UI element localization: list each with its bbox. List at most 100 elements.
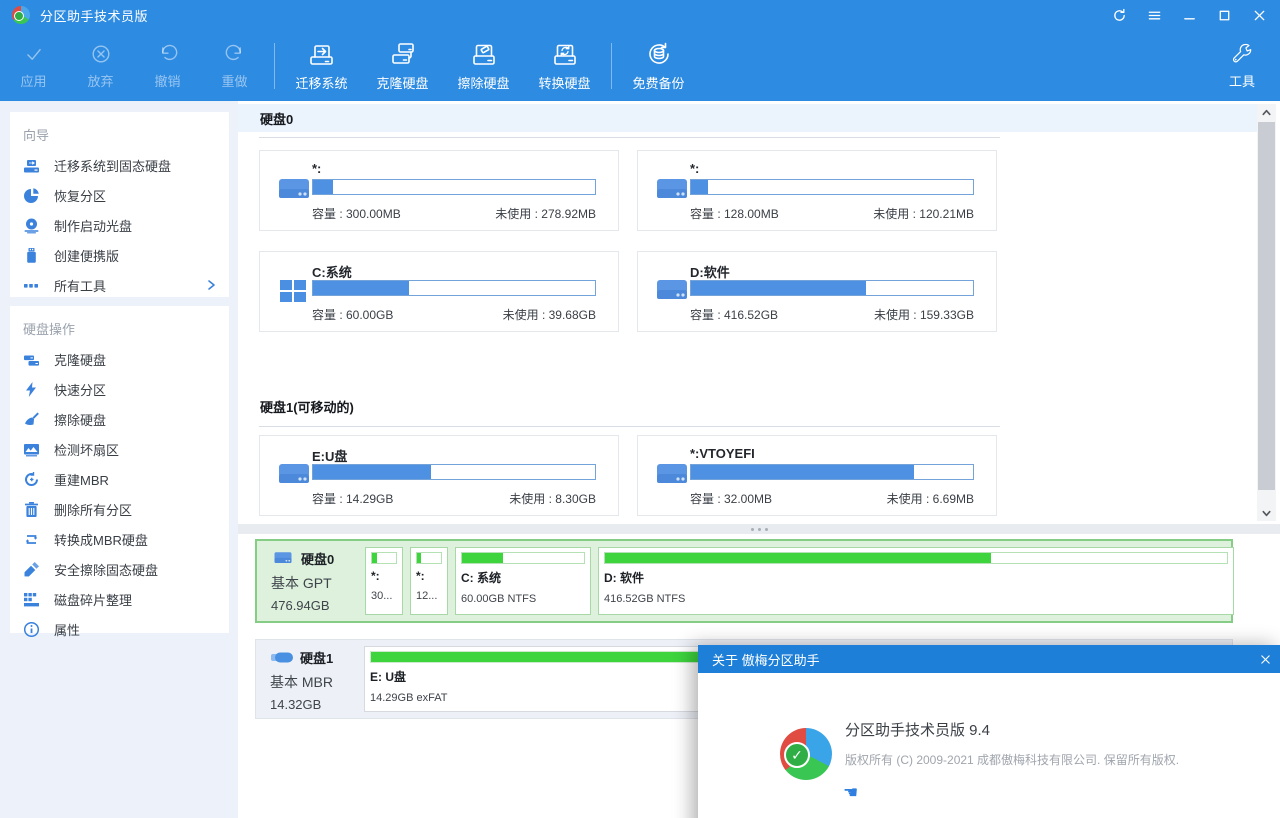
toolbar-undo-button[interactable]: 撤销 bbox=[134, 36, 201, 96]
toolbar-disk-wipe-button[interactable]: 擦除硬盘 bbox=[443, 36, 524, 96]
migrate-s-icon bbox=[23, 157, 40, 174]
volume-card[interactable]: D:软件容量 : 416.52GB未使用 : 159.33GB bbox=[637, 251, 997, 332]
disk-map-header: 硬盘1基本 MBR14.32GB bbox=[270, 648, 362, 712]
sidebar-item[interactable]: 迁移系统到固态硬盘 bbox=[10, 150, 229, 180]
trash-icon bbox=[23, 501, 40, 518]
sidebar-item[interactable]: 删除所有分区 bbox=[10, 494, 229, 524]
toolbar-check-button[interactable]: 应用 bbox=[0, 36, 67, 96]
disk-map-row[interactable]: 硬盘0基本 GPT476.94GB*:30...*:12...C: 系统60.0… bbox=[255, 539, 1233, 623]
link-hand-icon[interactable]: ☚ bbox=[843, 783, 858, 803]
redo-icon bbox=[222, 41, 248, 67]
scroll-up-icon[interactable] bbox=[1257, 104, 1276, 120]
window-maximize-icon[interactable] bbox=[1211, 3, 1237, 27]
panel-splitter[interactable] bbox=[238, 524, 1280, 534]
convert-icon bbox=[23, 531, 40, 548]
disk-group-title: 硬盘1(可移动的) bbox=[260, 397, 354, 416]
sidebar-item[interactable]: 检测坏扇区 bbox=[10, 434, 229, 464]
window-refresh-icon[interactable] bbox=[1106, 3, 1132, 27]
toolbar-tools-button[interactable]: 工具 bbox=[1210, 36, 1274, 96]
disc-icon bbox=[23, 217, 40, 234]
disk-group-header: 硬盘1(可移动的) bbox=[238, 392, 1257, 420]
usb-icon bbox=[23, 247, 40, 264]
volume-card[interactable]: *:容量 : 128.00MB未使用 : 120.21MB bbox=[637, 150, 997, 231]
disk-group-title: 硬盘0 bbox=[260, 109, 293, 128]
partition-usage-bar bbox=[371, 552, 397, 564]
sidebar-section-2: 硬盘操作克隆硬盘快速分区擦除硬盘检测坏扇区重建MBR删除所有分区转换成MBR硬盘… bbox=[10, 306, 229, 633]
toolbar-button-label: 克隆硬盘 bbox=[376, 73, 428, 92]
window-menu-icon[interactable] bbox=[1141, 3, 1167, 27]
toolbar-redo-button[interactable]: 重做 bbox=[201, 36, 268, 96]
sidebar-item[interactable]: 克隆硬盘 bbox=[10, 344, 229, 374]
toolbar-cancel-button[interactable]: 放弃 bbox=[67, 36, 134, 96]
product-name: 分区助手技术员版 9.4 bbox=[845, 719, 990, 740]
toolbar-disk-clone-button[interactable]: 克隆硬盘 bbox=[362, 36, 443, 96]
toolbar-backup-button[interactable]: 免费备份 bbox=[618, 36, 699, 96]
disk-scheme: 基本 MBR bbox=[270, 672, 362, 692]
partition-block[interactable]: *:12... bbox=[410, 547, 448, 615]
hdd-icon bbox=[654, 175, 690, 205]
volume-card[interactable]: *:容量 : 300.00MB未使用 : 278.92MB bbox=[259, 150, 619, 231]
divider bbox=[259, 426, 1000, 427]
sidebar-item[interactable]: 转换成MBR硬盘 bbox=[10, 524, 229, 554]
disk-name: 硬盘1 bbox=[300, 648, 333, 667]
volume-card[interactable]: C:系统容量 : 60.00GB未使用 : 39.68GB bbox=[259, 251, 619, 332]
capacity-text: 容量 : 300.00MB bbox=[312, 205, 401, 222]
sidebar-item[interactable]: 安全擦除固态硬盘 bbox=[10, 554, 229, 584]
dialog-close-icon[interactable] bbox=[1250, 645, 1280, 673]
scrollbar-thumb[interactable] bbox=[1258, 122, 1275, 490]
volume-card-footer: 容量 : 60.00GB未使用 : 39.68GB bbox=[312, 306, 596, 323]
volume-usage-fill bbox=[313, 180, 333, 194]
partition-size: 416.52GB NTFS bbox=[604, 593, 1228, 605]
badsector-icon bbox=[23, 441, 40, 458]
unused-text: 未使用 : 6.69MB bbox=[887, 490, 974, 507]
about-dialog-title: 关于 傲梅分区助手 bbox=[712, 650, 820, 669]
window-title: 分区助手技术员版 bbox=[40, 6, 148, 25]
partition-block[interactable]: D: 软件416.52GB NTFS bbox=[598, 547, 1234, 615]
sidebar-item[interactable]: 恢复分区 bbox=[10, 180, 229, 210]
about-dialog: 关于 傲梅分区助手 分区助手技术员版 9.4 版权所有 (C) 2009-202… bbox=[698, 645, 1280, 818]
volume-usage-fill bbox=[691, 465, 914, 479]
volume-name: D:软件 bbox=[690, 262, 730, 281]
disk-migrate-icon bbox=[307, 39, 337, 69]
sidebar-item[interactable]: 擦除硬盘 bbox=[10, 404, 229, 434]
window-close-icon[interactable] bbox=[1246, 3, 1272, 27]
toolbar-disk-convert-button[interactable]: 转换硬盘 bbox=[524, 36, 605, 96]
scroll-down-icon[interactable] bbox=[1257, 505, 1276, 521]
sidebar-item[interactable]: 重建MBR bbox=[10, 464, 229, 494]
capacity-text: 容量 : 14.29GB bbox=[312, 490, 393, 507]
sidebar-item[interactable]: 属性 bbox=[10, 614, 229, 644]
undo-icon bbox=[155, 41, 181, 67]
sidebar-item[interactable]: 快速分区 bbox=[10, 374, 229, 404]
disk-convert-icon bbox=[550, 39, 580, 69]
sidebar-item-label: 属性 bbox=[54, 620, 80, 639]
volume-card[interactable]: *:VTOYEFI容量 : 32.00MB未使用 : 6.69MB bbox=[637, 435, 997, 516]
usb-drive-icon bbox=[270, 649, 294, 666]
window-minimize-icon[interactable] bbox=[1176, 3, 1202, 27]
lightning-icon bbox=[23, 381, 40, 398]
toolbar-button-label: 擦除硬盘 bbox=[457, 73, 509, 92]
disk-map-header: 硬盘0基本 GPT476.94GB bbox=[271, 549, 363, 613]
partition-block[interactable]: C: 系统60.00GB NTFS bbox=[455, 547, 591, 615]
sidebar-item[interactable]: 所有工具 bbox=[10, 270, 229, 300]
toolbar-disk-migrate-button[interactable]: 迁移系统 bbox=[281, 36, 362, 96]
partition-block[interactable]: *:30... bbox=[365, 547, 403, 615]
partition-size: 60.00GB NTFS bbox=[461, 593, 585, 605]
sidebar-item[interactable]: 磁盘碎片整理 bbox=[10, 584, 229, 614]
capacity-text: 容量 : 32.00MB bbox=[690, 490, 772, 507]
sidebar-item-label: 制作启动光盘 bbox=[54, 216, 132, 235]
sidebar-item-label: 删除所有分区 bbox=[54, 500, 132, 519]
volume-usage-fill bbox=[313, 281, 409, 295]
check-icon bbox=[21, 41, 47, 67]
product-logo bbox=[780, 728, 832, 780]
sidebar-item-label: 快速分区 bbox=[54, 380, 106, 399]
volume-card[interactable]: E:U盘容量 : 14.29GB未使用 : 8.30GB bbox=[259, 435, 619, 516]
sidebar-item[interactable]: 创建便携版 bbox=[10, 240, 229, 270]
sidebar-section-title: 向导 bbox=[10, 112, 229, 150]
hdd-icon bbox=[276, 460, 312, 490]
sidebar-item[interactable]: 制作启动光盘 bbox=[10, 210, 229, 240]
about-dialog-titlebar[interactable]: 关于 傲梅分区助手 bbox=[698, 645, 1280, 673]
pie-icon bbox=[23, 187, 40, 204]
vertical-scrollbar[interactable] bbox=[1257, 104, 1276, 521]
toolbar-button-label: 应用 bbox=[20, 71, 46, 90]
volume-card-footer: 容量 : 416.52GB未使用 : 159.33GB bbox=[690, 306, 974, 323]
